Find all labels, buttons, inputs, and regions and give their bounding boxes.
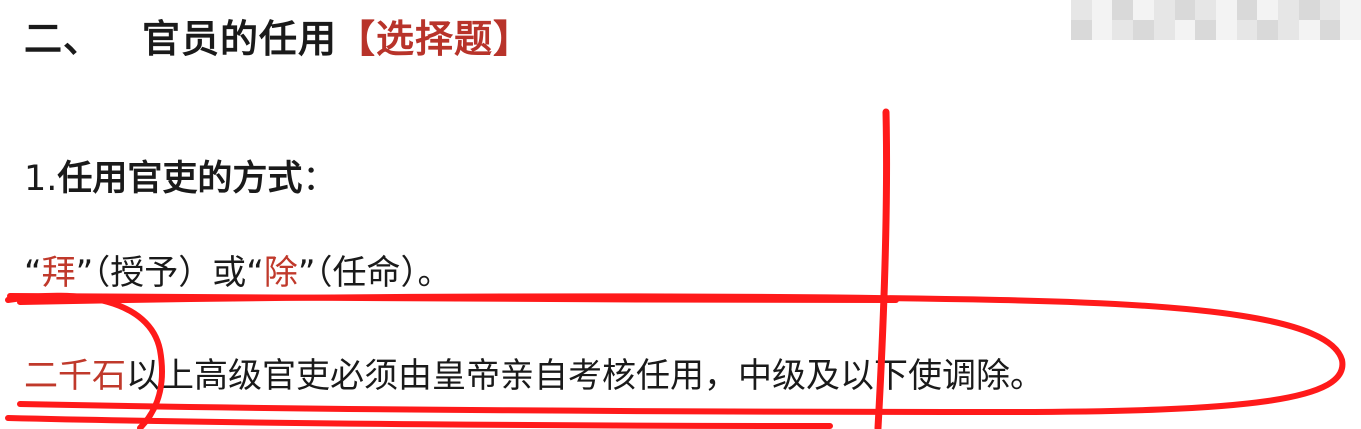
term-bai: 拜 [41, 253, 76, 293]
gloss-chu: （任命）。 [315, 253, 452, 293]
term-chu: 除 [263, 253, 298, 293]
quote-open: “ [246, 253, 264, 293]
annotation-bottom-stroke [5, 415, 833, 429]
subsection-number: 1. [24, 159, 58, 199]
quote-close: ” [75, 253, 94, 293]
section-heading: 二、 官员的任用【选择题】 [24, 8, 532, 63]
quote-open: “ [24, 253, 42, 293]
annotation-top-stroke [7, 293, 899, 303]
heading-number: 二、 [24, 17, 103, 61]
subsection-title: 任用官吏的方式 [57, 159, 303, 199]
quote-close: ” [297, 253, 316, 293]
question-type-tag: 【选择题】 [337, 17, 533, 61]
blurred-corner-block [1071, 0, 1361, 40]
highlight-erqianshi: 二千石 [24, 356, 126, 396]
terms-line: “拜”（授予）或“除”（任命）。 [24, 245, 452, 294]
gloss-bai: （授予）或 [93, 253, 247, 293]
rule-line: 二千石以上高级官吏必须由皇帝亲自考核任用，中级及以下使调除。 [24, 348, 1044, 397]
rule-text: 以上高级官吏必须由皇帝亲自考核任用，中级及以下使调除。 [126, 356, 1044, 396]
subsection-colon: ： [302, 159, 338, 199]
subsection-heading: 1.任用官吏的方式： [24, 150, 337, 201]
heading-text: 官员的任用 [142, 17, 338, 61]
